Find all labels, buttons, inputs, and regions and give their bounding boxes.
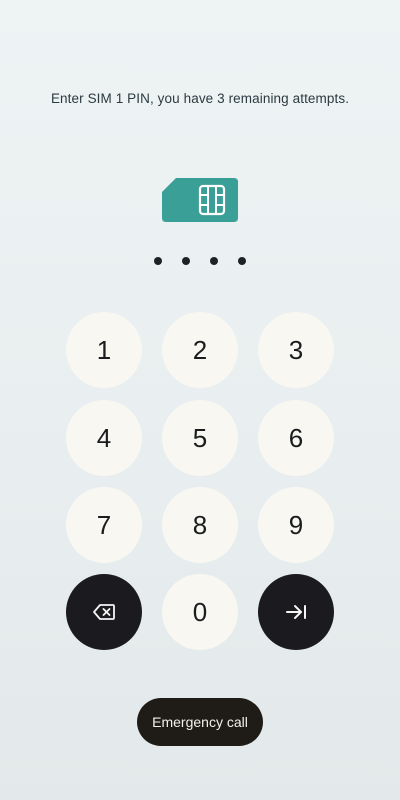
key-6[interactable]: 6 <box>258 400 334 476</box>
key-0[interactable]: 0 <box>162 574 238 650</box>
key-5[interactable]: 5 <box>162 400 238 476</box>
sim-card-icon <box>162 178 238 222</box>
enter-arrow-icon <box>286 605 306 619</box>
pin-keypad: 1 2 3 4 5 6 7 8 9 0 <box>66 312 334 650</box>
key-1[interactable]: 1 <box>66 312 142 388</box>
pin-prompt-text: Enter SIM 1 PIN, you have 3 remaining at… <box>50 91 350 106</box>
pin-dot <box>238 257 246 265</box>
enter-button[interactable] <box>258 574 334 650</box>
pin-entry-dots <box>0 257 400 265</box>
key-8[interactable]: 8 <box>162 487 238 563</box>
pin-dot <box>210 257 218 265</box>
pin-dot <box>154 257 162 265</box>
key-3[interactable]: 3 <box>258 312 334 388</box>
key-4[interactable]: 4 <box>66 400 142 476</box>
key-2[interactable]: 2 <box>162 312 238 388</box>
pin-dot <box>182 257 190 265</box>
backspace-button[interactable] <box>66 574 142 650</box>
key-7[interactable]: 7 <box>66 487 142 563</box>
emergency-call-button[interactable]: Emergency call <box>137 698 263 746</box>
backspace-icon <box>93 604 115 620</box>
key-9[interactable]: 9 <box>258 487 334 563</box>
